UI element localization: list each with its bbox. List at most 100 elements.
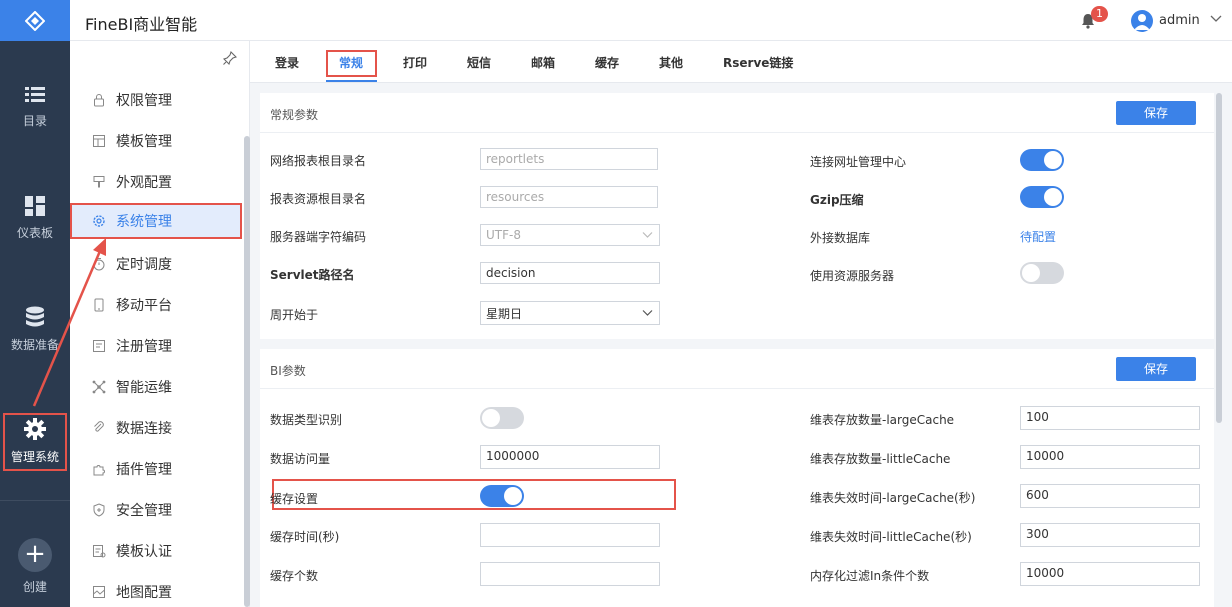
sidebar-item-plugins[interactable]: 插件管理 (70, 451, 242, 487)
sidebar-item-label: 注册管理 (116, 339, 172, 355)
content-scrollbar[interactable] (1216, 93, 1222, 423)
week-start-value: 星期日 (486, 307, 523, 321)
report-root-label: 网络报表根目录名 (270, 154, 367, 168)
sidebar-item-label: 外观配置 (116, 175, 172, 191)
tab-login[interactable]: 登录 (275, 54, 299, 71)
sidebar-item-templates[interactable]: 模板管理 (70, 123, 242, 159)
tab-rserve[interactable]: Rserve链接 (723, 54, 793, 71)
dashboard-icon (25, 196, 45, 216)
settings-icon (93, 215, 105, 227)
sidebar-item-appearance[interactable]: 外观配置 (70, 164, 242, 200)
sidebar-item-label: 插件管理 (116, 462, 172, 478)
week-start-select[interactable]: 星期日 (480, 301, 660, 325)
report-root-input[interactable]: reportlets (480, 148, 658, 170)
external-db-label: 外接数据库 (810, 231, 871, 245)
large-expire-input[interactable]: 600 (1020, 484, 1200, 508)
little-cache-input[interactable]: 10000 (1020, 445, 1200, 469)
in-filter-label: 内存化过滤In条件个数 (810, 569, 930, 583)
rail-item-catalog[interactable]: 目录 (0, 86, 70, 129)
save-button[interactable]: 保存 (1116, 357, 1196, 381)
week-start-label: 周开始于 (270, 308, 319, 322)
sidebar-item-maps[interactable]: 地图配置 (70, 574, 242, 607)
rail-item-dashboard[interactable]: 仪表板 (0, 196, 70, 241)
cache-setting-toggle[interactable] (480, 485, 524, 507)
rail-item-data-prep[interactable]: 数据准备 (0, 306, 70, 353)
database-icon (26, 306, 44, 327)
visits-input[interactable]: 1000000 (480, 445, 660, 469)
type-detect-label: 数据类型识别 (270, 413, 343, 427)
little-cache-label: 维表存放数量-littleCache (810, 452, 951, 466)
sidebar-item-schedule[interactable]: 定时调度 (70, 246, 242, 282)
sidebar-item-connections[interactable]: 数据连接 (70, 410, 242, 446)
cache-time-input[interactable] (480, 523, 660, 547)
panel-header: BI参数 保存 (260, 349, 1214, 389)
gear-icon (24, 418, 46, 440)
panel-header: 常规参数 保存 (260, 93, 1214, 133)
register-icon (93, 340, 105, 352)
url-center-toggle[interactable] (1020, 149, 1064, 171)
servlet-input[interactable]: decision (480, 262, 660, 284)
lock-icon (94, 94, 104, 107)
chevron-down-icon (642, 232, 653, 238)
sidebar-item-security[interactable]: 安全管理 (70, 492, 242, 528)
sidebar-item-label: 地图配置 (116, 585, 172, 601)
logo-icon (25, 10, 45, 31)
sidebar-item-certification[interactable]: 模板认证 (70, 533, 242, 569)
sidebar-item-label: 权限管理 (116, 93, 172, 109)
cache-time-label: 缓存时间(秒) (270, 530, 340, 544)
username[interactable]: admin (1159, 13, 1200, 28)
network-icon (92, 380, 106, 394)
settings-tabs: 登录 常规 打印 短信 邮箱 缓存 其他 Rserve链接 (250, 41, 1232, 83)
sidebar-item-label: 定时调度 (116, 257, 172, 273)
link-icon (94, 421, 104, 432)
tab-other[interactable]: 其他 (659, 54, 683, 71)
resource-server-toggle[interactable] (1020, 262, 1064, 284)
template-icon (93, 135, 105, 147)
app-logo[interactable] (0, 0, 70, 41)
tab-sms[interactable]: 短信 (467, 54, 491, 71)
in-filter-input[interactable]: 10000 (1020, 562, 1200, 586)
user-icon (1134, 14, 1150, 30)
tab-cache[interactable]: 缓存 (595, 54, 619, 71)
rail-item-admin[interactable]: 管理系统 (3, 413, 67, 471)
sidebar-item-registration[interactable]: 注册管理 (70, 328, 242, 364)
save-button[interactable]: 保存 (1116, 101, 1196, 125)
tab-email[interactable]: 邮箱 (531, 54, 555, 71)
chevron-down-icon[interactable] (1210, 14, 1222, 24)
type-detect-toggle[interactable] (480, 407, 524, 429)
pin-icon[interactable] (223, 51, 237, 65)
large-cache-label: 维表存放数量-largeCache (810, 413, 955, 427)
sidebar-item-permissions[interactable]: 权限管理 (70, 82, 242, 118)
plus-icon: + (18, 538, 52, 572)
sidebar-item-label: 模板认证 (116, 544, 172, 560)
avatar[interactable] (1131, 10, 1153, 32)
external-db-link[interactable]: 待配置 (1020, 228, 1056, 245)
cache-count-input[interactable] (480, 562, 660, 586)
rail-divider (0, 500, 70, 501)
side-menu: 权限管理 模板管理 外观配置 系统管理 定时调度 移动平台 注册管理 智能运维 … (70, 41, 250, 607)
sidebar-item-mobile[interactable]: 移动平台 (70, 287, 242, 323)
panel-title: BI参数 (270, 364, 306, 378)
shield-icon (93, 503, 105, 517)
gzip-toggle[interactable] (1020, 186, 1064, 208)
charset-select[interactable]: UTF-8 (480, 224, 660, 246)
large-cache-input[interactable]: 100 (1020, 406, 1200, 430)
little-expire-label: 维表失效时间-littleCache(秒) (810, 530, 972, 544)
gzip-label: Gzip压缩 (810, 193, 864, 207)
sidebar-item-system[interactable]: 系统管理 (70, 203, 242, 239)
app-rail: 目录 仪表板 数据准备 管理系统 + 创建 (0, 0, 70, 607)
sidebar-item-label: 智能运维 (116, 380, 172, 396)
cache-setting-label: 缓存设置 (270, 492, 319, 506)
little-expire-input[interactable]: 300 (1020, 523, 1200, 547)
sidebar-item-label: 数据连接 (116, 421, 172, 437)
resource-root-input[interactable]: resources (480, 186, 658, 208)
rail-label-data-prep: 数据准备 (10, 338, 59, 352)
tab-print[interactable]: 打印 (403, 54, 427, 71)
rail-item-create[interactable]: + 创建 (0, 538, 70, 595)
rail-label-admin: 管理系统 (10, 450, 59, 464)
chevron-down-icon (642, 310, 653, 316)
sidebar-item-ops[interactable]: 智能运维 (70, 369, 242, 405)
notification-badge: 1 (1091, 6, 1108, 22)
url-center-label: 连接网址管理中心 (810, 155, 907, 169)
charset-value: UTF-8 (486, 228, 521, 242)
